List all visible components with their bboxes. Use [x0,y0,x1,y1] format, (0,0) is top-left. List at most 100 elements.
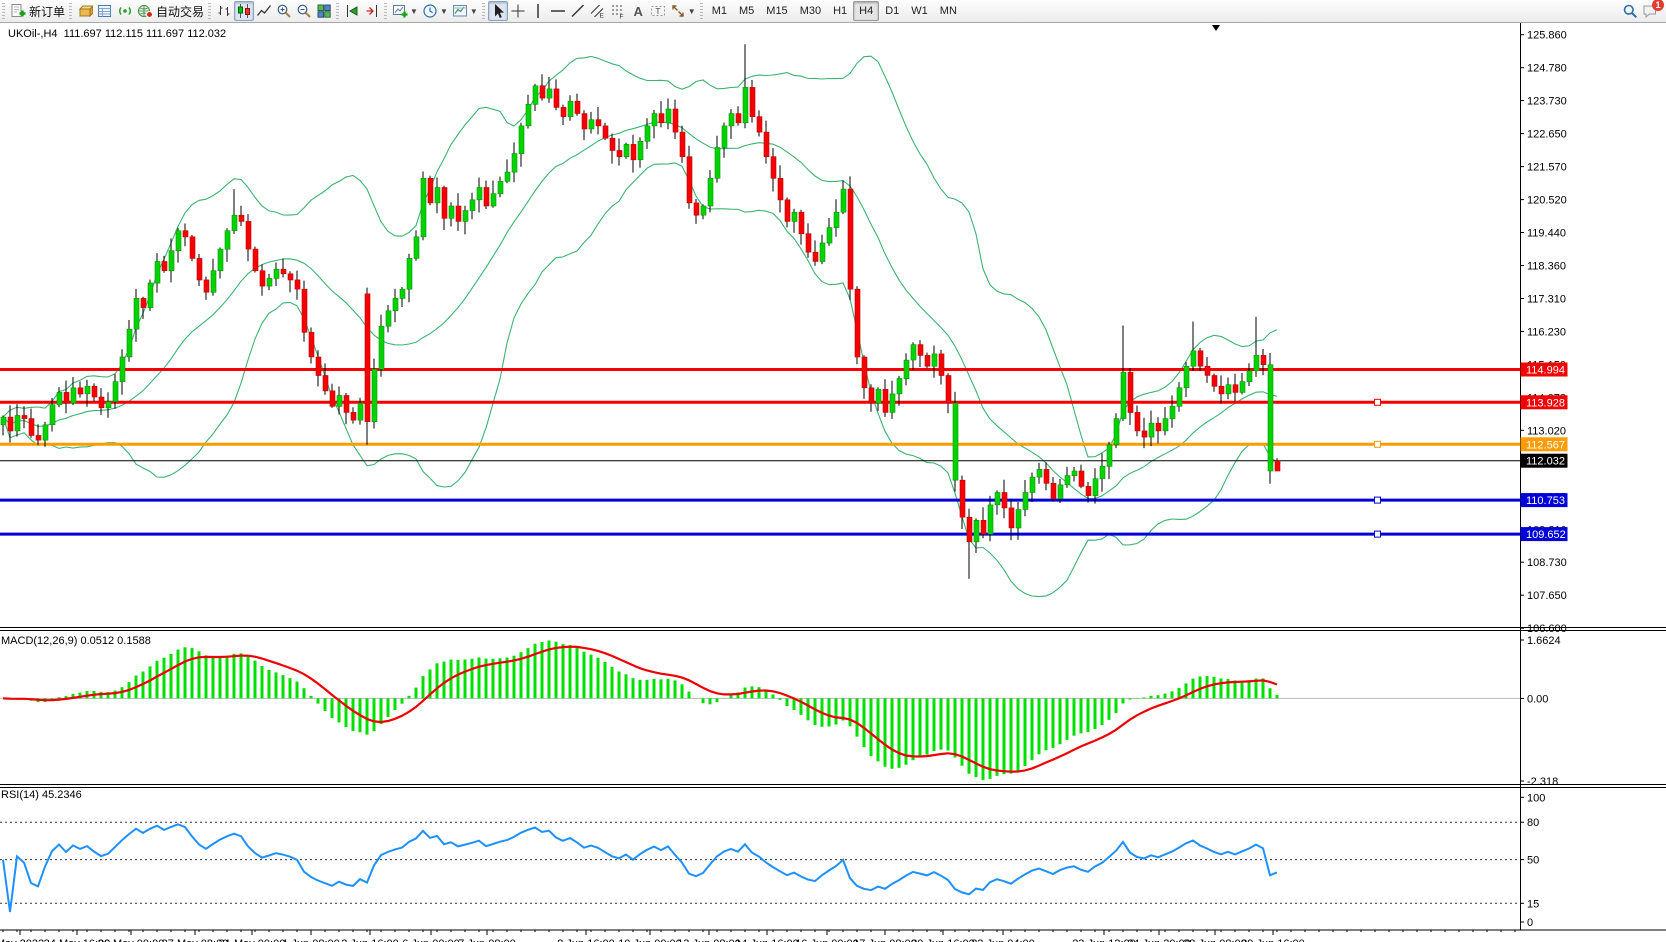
hline-handle[interactable] [1375,399,1381,405]
cursor-icon [490,3,506,19]
tf-H1-button[interactable]: H1 [827,1,853,21]
toolbar-grip [2,3,5,19]
toolbar-grip [208,3,211,19]
tf-MN-button[interactable]: MN [934,1,963,21]
search-button[interactable] [1620,1,1640,21]
new-order-button[interactable]: 新订单 [8,1,67,21]
chevron-down-icon[interactable]: ▼ [410,7,418,16]
svg-text:F: F [619,14,623,20]
chart-symbol-header: UKOil-,H4 111.697 112.115 111.697 112.03… [8,28,226,40]
svg-text:119.440: 119.440 [1527,228,1566,240]
auto-scroll-button[interactable] [342,1,362,21]
svg-text:17 Jun 08:00: 17 Jun 08:00 [853,938,917,942]
macd-label: MACD(12,26,9) 0.0512 0.1588 [1,635,151,647]
fibonacci-button[interactable]: F [608,1,628,21]
svg-text:107.650: 107.650 [1527,590,1567,602]
text-label-button[interactable]: T [648,1,668,21]
svg-text:20 Jun 16:00: 20 Jun 16:00 [911,938,975,942]
mt4-window: 125.860124.780123.730122.650121.570120.5… [0,0,1666,942]
tf-M1-button[interactable]: M1 [706,1,733,21]
svg-text:May 2022: May 2022 [0,938,44,942]
rsi-label: RSI(14) 45.2346 [1,789,82,801]
svg-text:1 Jun 08:00: 1 Jun 08:00 [282,938,340,942]
candlestick-type-icon [236,3,252,19]
svg-text:14 Jun 16:00: 14 Jun 16:00 [735,938,799,942]
text-button[interactable]: A [628,1,648,21]
tile-windows-button[interactable] [314,1,334,21]
templates-icon [452,3,468,19]
svg-text:28 Jun 08:00: 28 Jun 08:00 [1183,938,1247,942]
crosshair-icon [510,3,526,19]
svg-text:26 May 00:00: 26 May 00:00 [98,938,165,942]
autotrading-label: 自动交易 [156,3,204,20]
candlestick-type-button[interactable] [234,1,254,21]
templates-button[interactable]: ▼ [450,1,480,21]
text-icon: A [630,3,646,19]
tf-W1-button[interactable]: W1 [905,1,934,21]
svg-text:7 Jun 08:00: 7 Jun 08:00 [458,938,516,942]
svg-text:0.00: 0.00 [1527,693,1548,705]
vertical-line-button[interactable] [528,1,548,21]
tf-M30-button[interactable]: M30 [794,1,827,21]
tile-windows-icon [316,3,332,19]
toolbar-grip [384,3,387,19]
bar-chart-type-icon [216,3,232,19]
new-order-icon [10,3,26,19]
equidistant-channel-button[interactable]: E [588,1,608,21]
svg-text:114.994: 114.994 [1526,365,1565,377]
market-depth-button[interactable] [75,1,95,21]
svg-text:22 Jun 04:00: 22 Jun 04:00 [971,938,1035,942]
toolbar-grip [482,3,485,19]
bar-chart-type-button[interactable] [214,1,234,21]
signals-button[interactable] [115,1,135,21]
new-chart-button[interactable]: ▼ [390,1,420,21]
horizontal-line-button[interactable] [548,1,568,21]
chevron-down-icon[interactable]: ▼ [688,7,696,16]
chevron-down-icon[interactable]: ▼ [440,7,448,16]
line-chart-type-button[interactable] [254,1,274,21]
market-watch-button[interactable] [95,1,115,21]
hline-handle[interactable] [1375,441,1381,447]
fibonacci-icon: F [610,3,626,19]
equidistant-channel-icon: E [590,3,606,19]
line-chart-type-icon [256,3,272,19]
hline-handle[interactable] [1375,497,1381,503]
vertical-line-icon [530,3,546,19]
tf-D1-button[interactable]: D1 [879,1,905,21]
svg-text:118.360: 118.360 [1527,261,1566,273]
tf-M5-button[interactable]: M5 [733,1,760,21]
autotrading-button[interactable]: 自动交易 [135,1,206,21]
cursor-button[interactable] [488,1,508,21]
svg-text:80: 80 [1527,817,1539,829]
svg-text:16 Jun 00:00: 16 Jun 00:00 [795,938,859,942]
chevron-down-icon[interactable]: ▼ [470,7,478,16]
chart-shift-button[interactable] [362,1,382,21]
svg-text:2 Jun 16:00: 2 Jun 16:00 [341,938,399,942]
horizontal-line-icon [550,3,566,19]
svg-text:8 Jun 16:00: 8 Jun 16:00 [557,938,615,942]
toolbar-grip [700,3,703,19]
crosshair-button[interactable] [508,1,528,21]
zoom-in-button[interactable] [274,1,294,21]
arrows-button[interactable]: ▼ [668,1,698,21]
svg-text:117.310: 117.310 [1527,294,1566,306]
svg-text:13 Jun 08:00: 13 Jun 08:00 [677,938,741,942]
svg-text:100: 100 [1527,792,1545,804]
zoom-in-icon [276,3,292,19]
svg-text:15: 15 [1527,898,1539,910]
chat-button[interactable]: 1 [1640,1,1660,21]
trendline-button[interactable] [568,1,588,21]
toolbar-grip [69,3,72,19]
arrows-icon [670,3,686,19]
hline-handle[interactable] [1375,531,1381,537]
autotrading-icon [137,3,153,19]
chart-canvas[interactable]: 125.860124.780123.730122.650121.570120.5… [0,0,1666,942]
toolbar-grip [336,3,339,19]
svg-text:24 Jun 20:00: 24 Jun 20:00 [1127,938,1191,942]
trendline-icon [570,3,586,19]
svg-text:10 Jun 00:00: 10 Jun 00:00 [618,938,682,942]
tf-H4-button[interactable]: H4 [853,1,879,21]
zoom-out-button[interactable] [294,1,314,21]
time-periods-button[interactable]: ▼ [420,1,450,21]
tf-M15-button[interactable]: M15 [760,1,793,21]
